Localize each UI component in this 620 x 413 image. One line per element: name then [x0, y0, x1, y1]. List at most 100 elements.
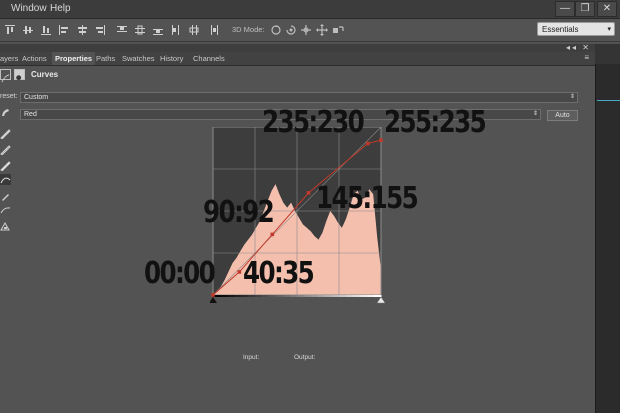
- curve-point-5[interactable]: [379, 138, 383, 142]
- close-button[interactable]: ✕: [597, 1, 617, 17]
- tab-paths[interactable]: Paths: [96, 54, 115, 63]
- workspace-select[interactable]: Essentials ▾: [537, 22, 615, 36]
- pencil-draw-icon[interactable]: [0, 191, 11, 202]
- gradient-segment: [367, 295, 375, 297]
- point-label-145-155: 145:155: [316, 181, 419, 216]
- curve-point-3[interactable]: [306, 191, 311, 195]
- gradient-segment: [304, 295, 312, 297]
- gradient-segment: [227, 295, 235, 297]
- white-point-slider[interactable]: [376, 296, 386, 304]
- output-label: Output:: [294, 354, 316, 361]
- scale-3d-icon[interactable]: [332, 24, 344, 36]
- options-bar: 3D Mode: Essentials ▾: [0, 19, 620, 42]
- curve-point-1[interactable]: [237, 270, 242, 274]
- gradient-segment: [297, 295, 305, 297]
- black-eyedropper-icon[interactable]: [0, 128, 11, 139]
- panel-menu-icon[interactable]: ≡: [584, 53, 589, 62]
- gradient-segment: [269, 295, 277, 297]
- curve-point-0[interactable]: [211, 293, 215, 297]
- gradient-segment: [290, 295, 298, 297]
- drag-3d-icon[interactable]: [300, 24, 312, 36]
- curve-point-2[interactable]: [270, 232, 275, 237]
- black-point-slider[interactable]: [210, 297, 217, 303]
- tab-layers[interactable]: ayers: [0, 54, 18, 63]
- right-panel-column: [595, 44, 620, 413]
- distribute-vcenter-icon[interactable]: [134, 24, 146, 36]
- align-hcenter-icon[interactable]: [76, 24, 88, 36]
- gradient-segment: [353, 295, 361, 297]
- tab-history[interactable]: History: [160, 54, 183, 63]
- clipping-warning-icon[interactable]: [0, 221, 11, 232]
- curves-header: Curves: [0, 68, 595, 83]
- preset-value: Custom: [24, 94, 49, 101]
- curve-point-4[interactable]: [366, 141, 370, 146]
- gradient-segment: [332, 295, 340, 297]
- input-label: Input:: [243, 354, 260, 361]
- slide-3d-icon[interactable]: [316, 24, 328, 36]
- curve-edit-points-icon[interactable]: [0, 174, 11, 185]
- align-right-icon[interactable]: [94, 24, 106, 36]
- gradient-segment: [241, 295, 249, 297]
- tab-channels[interactable]: Channels: [193, 54, 225, 63]
- point-label-40-35: 40:35: [243, 256, 315, 291]
- gradient-segment: [234, 295, 242, 297]
- point-label-235-230: 235:230: [262, 105, 365, 140]
- updown-chevron-icon: ⇕: [532, 111, 538, 117]
- gray-eyedropper-icon[interactable]: [0, 144, 11, 155]
- gradient-segment: [276, 295, 284, 297]
- menu-bar: Window Help — ❐ ✕: [0, 0, 620, 19]
- gradient-segment: [255, 295, 263, 297]
- distribute-top-icon[interactable]: [116, 24, 128, 36]
- panel-collapse-icon[interactable]: ◂◂ ✕: [566, 43, 591, 52]
- chevron-down-icon: ▾: [607, 26, 611, 33]
- preset-dropdown[interactable]: Custom ⇕: [20, 92, 578, 103]
- right-panel-accent: [597, 100, 620, 101]
- tab-swatches[interactable]: Swatches: [122, 54, 155, 63]
- workspace-value: Essentials: [542, 25, 579, 34]
- preset-label: reset:: [0, 93, 18, 100]
- distribute-right-icon[interactable]: [208, 24, 220, 36]
- tab-actions[interactable]: Actions: [22, 54, 47, 63]
- right-panel-body: [595, 64, 620, 413]
- distribute-bottom-icon[interactable]: [152, 24, 164, 36]
- gradient-segment: [220, 295, 228, 297]
- point-label-90-92: 90:92: [203, 195, 275, 230]
- gradient-segment: [248, 295, 256, 297]
- auto-button[interactable]: Auto: [547, 110, 578, 121]
- layer-mask-icon[interactable]: [14, 69, 25, 81]
- gradient-segment: [360, 295, 368, 297]
- gradient-segment: [346, 295, 354, 297]
- restore-button[interactable]: ❐: [575, 1, 595, 17]
- tab-properties[interactable]: Properties: [52, 52, 96, 65]
- menu-help[interactable]: Help: [50, 3, 71, 14]
- point-label-255-235: 255:235: [384, 105, 487, 140]
- curves-adjustment-icon: [0, 69, 11, 83]
- panel-dock-strip: ◂◂ ✕: [0, 43, 595, 52]
- curves-title: Curves: [31, 70, 59, 79]
- mode-3d-label: 3D Mode:: [232, 25, 265, 34]
- align-left-icon[interactable]: [58, 24, 70, 36]
- align-bottom-icon[interactable]: [40, 24, 52, 36]
- menu-window[interactable]: Window: [11, 3, 47, 14]
- roll-3d-icon[interactable]: [285, 24, 297, 36]
- point-label-0-0: 00:00: [144, 256, 216, 291]
- gradient-segment: [262, 295, 270, 297]
- updown-chevron-icon: ⇕: [569, 94, 575, 100]
- white-eyedropper-icon[interactable]: [0, 160, 11, 171]
- distribute-left-icon[interactable]: [170, 24, 182, 36]
- input-gradient-bar: [213, 295, 382, 297]
- on-image-adjust-icon[interactable]: [0, 107, 11, 118]
- distribute-hcenter-icon[interactable]: [188, 24, 200, 36]
- gradient-segment: [339, 295, 347, 297]
- channel-value: Red: [24, 111, 37, 118]
- rotate-3d-icon[interactable]: [270, 24, 282, 36]
- align-top-icon[interactable]: [4, 24, 16, 36]
- gradient-segment: [325, 295, 333, 297]
- minimize-button[interactable]: —: [555, 1, 575, 17]
- align-vcenter-icon[interactable]: [22, 24, 34, 36]
- gradient-segment: [374, 295, 382, 297]
- smooth-curve-icon[interactable]: [0, 205, 11, 216]
- panel-tabs: ayers Actions Properties Paths Swatches …: [0, 52, 595, 66]
- gradient-segment: [283, 295, 291, 297]
- gradient-segment: [318, 295, 326, 297]
